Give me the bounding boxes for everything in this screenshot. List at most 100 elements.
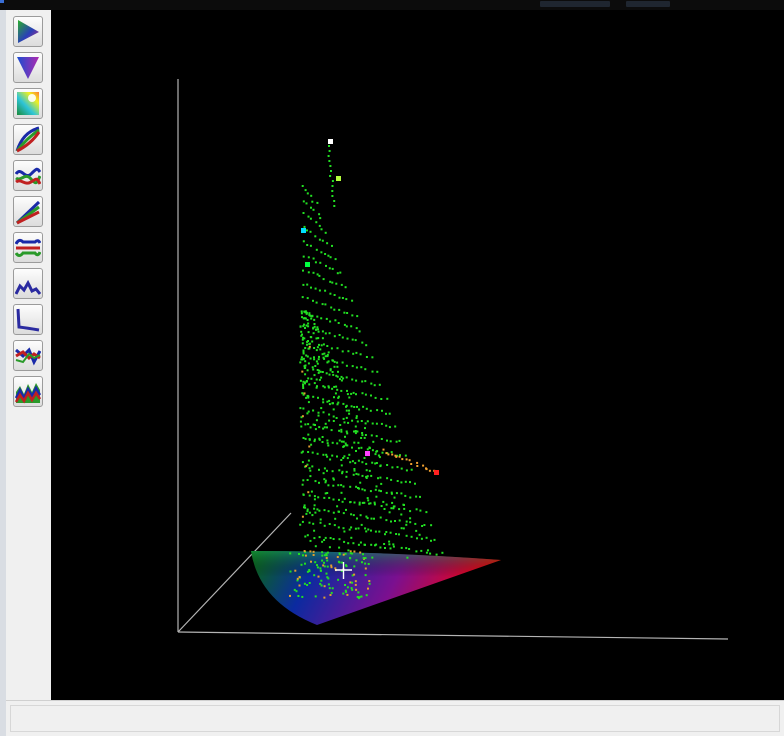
sample-point [420, 537, 423, 540]
sample-point [321, 337, 324, 340]
gamma-decay-view-button[interactable] [13, 304, 43, 335]
sample-point [310, 490, 313, 493]
sample-point [354, 430, 357, 432]
sample-point [306, 412, 309, 415]
sample-point [312, 395, 315, 398]
sample-point [336, 361, 339, 364]
sample-point [309, 357, 312, 360]
sample-point [330, 170, 332, 172]
sample-point [341, 361, 344, 364]
sample-point [315, 337, 318, 340]
sample-point [350, 325, 353, 328]
sample-point [346, 432, 349, 435]
sample-point [376, 450, 379, 453]
sample-point [317, 396, 319, 399]
sample-point [414, 522, 417, 525]
sample-point [392, 505, 395, 508]
sample-point [317, 575, 320, 578]
sample-point [355, 327, 358, 330]
sample-point [353, 468, 356, 470]
sample-point [304, 327, 306, 329]
sample-point [305, 311, 308, 314]
sample-point [323, 357, 326, 360]
sample-point [357, 447, 360, 450]
color-cube-view-button[interactable] [13, 88, 43, 119]
rgb-tracking-view-button[interactable] [13, 232, 43, 263]
sample-point [310, 194, 313, 197]
inverted-gamut-view-button[interactable] [13, 52, 43, 83]
delta-e-graph-view-button[interactable] [13, 268, 43, 299]
sample-point [321, 554, 324, 557]
sample-point [400, 527, 403, 530]
sample-point [350, 526, 353, 529]
sample-point [321, 436, 324, 438]
sample-point [392, 545, 395, 548]
sample-point [367, 499, 370, 502]
sample-point [352, 473, 355, 476]
sample-point [425, 536, 428, 539]
sample-point [343, 540, 346, 543]
rgb-spectrum-view-button[interactable] [13, 376, 43, 407]
sample-point [409, 496, 412, 499]
sample-point [324, 231, 327, 234]
inverted-gamut-icon [17, 57, 39, 79]
sample-point [311, 465, 314, 468]
rgb-tracking-icon [15, 238, 41, 257]
sample-point [405, 534, 408, 537]
sample-point [420, 549, 423, 552]
sample-point [333, 360, 336, 363]
status-bar [6, 700, 784, 736]
sample-point [410, 468, 413, 471]
linearity-view-button[interactable] [13, 196, 43, 227]
sample-point [348, 412, 351, 415]
sample-point [326, 353, 329, 356]
gamut-triangle-view-button[interactable] [13, 16, 43, 47]
sample-point [318, 213, 321, 216]
sample-point [304, 554, 307, 557]
sample-point [329, 256, 332, 259]
sample-point [367, 587, 369, 590]
sample-point [308, 511, 311, 514]
sample-point [327, 484, 330, 487]
sample-point [415, 529, 418, 532]
sample-point [366, 517, 369, 520]
sample-point [355, 366, 358, 369]
rgb-error-view-button[interactable] [13, 340, 43, 371]
sample-point [304, 360, 307, 363]
gamut-3d-scene[interactable] [51, 10, 784, 700]
sample-point [368, 469, 371, 472]
sample-point [361, 461, 364, 464]
sample-point [318, 378, 321, 381]
sample-point [351, 588, 354, 591]
sample-point [323, 426, 326, 429]
sample-point [311, 514, 314, 517]
sample-point [305, 324, 308, 327]
sample-point [314, 365, 317, 367]
sample-point [385, 452, 388, 455]
sample-point [305, 512, 308, 515]
sample-point [338, 546, 341, 549]
sample-point [345, 409, 348, 412]
sample-point [373, 503, 376, 506]
3d-gamut-viewport[interactable] [51, 10, 784, 700]
sample-point [302, 387, 305, 389]
sample-point [314, 235, 317, 238]
sample-point [351, 419, 354, 422]
rgb-balance-view-button[interactable] [13, 160, 43, 191]
sample-point [359, 541, 362, 544]
sample-point [364, 567, 367, 570]
sample-point [335, 385, 338, 388]
sample-point [350, 513, 353, 516]
sample-point [319, 348, 322, 351]
sample-point [370, 474, 373, 477]
sample-point [328, 267, 331, 270]
sample-point [343, 530, 346, 533]
sample-point [345, 475, 348, 478]
sample-point [321, 353, 324, 356]
sample-point [392, 543, 395, 546]
sample-point [310, 317, 313, 320]
sample-point [360, 366, 363, 369]
sample-point [333, 205, 336, 207]
sample-point [345, 508, 347, 511]
tone-curves-view-button[interactable] [13, 124, 43, 155]
